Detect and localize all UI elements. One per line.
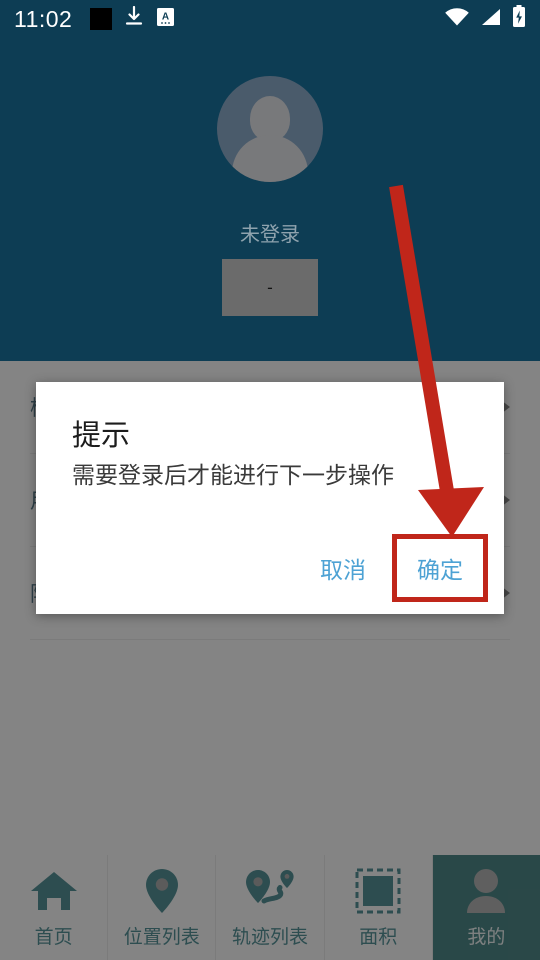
status-bar-clock: 11:02 — [14, 5, 73, 32]
wifi-icon — [444, 7, 470, 32]
black-square-icon — [90, 8, 113, 30]
dialog-title: 提示 — [72, 420, 131, 452]
login-required-dialog: 提示 需要登录后才能进行下一步操作 取消 确定 — [36, 382, 504, 614]
confirm-button[interactable]: 确定 — [401, 541, 479, 595]
text-box-a-icon: A — [156, 7, 175, 32]
phone-screen: 11:02 A 未登录 - 提示 需要登录后才能进行下一步操作 取消 确定 — [0, 0, 540, 960]
confirm-button-highlight: 确定 — [392, 534, 488, 602]
cancel-button[interactable]: 取消 — [304, 541, 382, 595]
status-bar: 11:02 A — [0, 0, 540, 38]
profile-header: 未登录 - — [0, 38, 540, 361]
dialog-message: 需要登录后才能进行下一步操作 — [72, 462, 394, 488]
default-user-avatar[interactable] — [217, 76, 323, 182]
avatar-body-shape — [232, 135, 308, 182]
username-label: 未登录 — [240, 224, 300, 246]
download-icon — [124, 5, 144, 33]
status-bar-left-icons: A — [90, 5, 175, 33]
profile-action-button[interactable]: - — [222, 259, 318, 316]
svg-text:A: A — [162, 11, 169, 22]
dialog-actions: 取消 确定 — [304, 534, 488, 602]
battery-charging-icon — [512, 5, 526, 33]
status-bar-right-icons — [444, 5, 526, 33]
cellular-signal-icon — [480, 7, 502, 32]
